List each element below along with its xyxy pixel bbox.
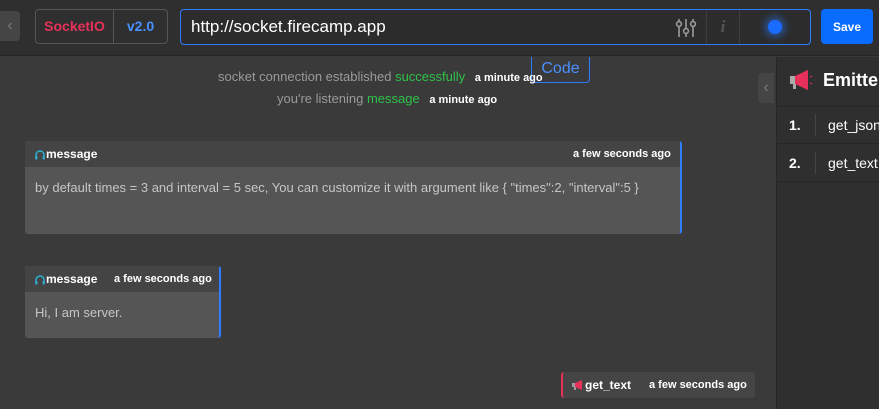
- connection-status-value: successfully: [395, 69, 466, 84]
- emitted-event-name: get_text: [585, 378, 632, 392]
- headphones-icon: [35, 150, 45, 160]
- connection-time: a minute ago: [474, 72, 543, 84]
- emitter-panel-header: Emitter: [777, 57, 879, 107]
- listening-event: message: [366, 91, 420, 106]
- connection-status-text: socket connection established: [218, 69, 392, 84]
- top-bar: ‹ SocketIO v2.0 http://socket.firecamp.a…: [0, 0, 879, 56]
- emitter-item-divider: [815, 114, 816, 136]
- emitter-item[interactable]: 1. get_json: [777, 107, 879, 144]
- emitter-item-divider: [815, 152, 816, 174]
- connection-dot-icon[interactable]: [768, 20, 782, 34]
- message-body: Hi, I am server.: [35, 305, 123, 320]
- emitted-event-time: a few seconds ago: [649, 379, 747, 391]
- listening-status: you're listening message a minute ago: [277, 91, 497, 106]
- message-body: by default times = 3 and interval = 5 se…: [35, 180, 639, 195]
- message-card[interactable]: message a few seconds ago Hi, I am serve…: [25, 266, 221, 338]
- megaphone-icon: [572, 380, 582, 390]
- megaphone-icon: [790, 70, 813, 90]
- protocol-version[interactable]: v2.0: [114, 10, 167, 43]
- chevron-left-icon[interactable]: ‹: [0, 11, 20, 41]
- headphones-icon: [35, 275, 45, 285]
- connection-status: socket connection established successful…: [218, 69, 543, 84]
- message-event: message: [46, 272, 98, 286]
- save-button[interactable]: Save: [821, 9, 873, 44]
- url-divider: [706, 10, 707, 44]
- chevron-left-icon[interactable]: ‹: [758, 73, 774, 103]
- message-header: message a few seconds ago: [25, 266, 219, 292]
- info-icon[interactable]: i: [716, 10, 730, 44]
- emitted-event[interactable]: get_text a few seconds ago: [561, 372, 755, 398]
- protocol-version-badge[interactable]: SocketIO v2.0: [35, 9, 168, 44]
- protocol-name[interactable]: SocketIO: [36, 10, 114, 43]
- emitter-item-number: 2.: [789, 155, 801, 171]
- url-bar[interactable]: http://socket.firecamp.app i: [180, 9, 811, 45]
- message-event: message: [46, 147, 98, 161]
- emitter-panel-title: Emitter: [823, 70, 879, 90]
- event-log[interactable]: Code socket connection established succe…: [0, 57, 776, 409]
- emitter-panel: Emitter 1. get_json 2. get_text: [776, 57, 879, 409]
- listening-time: a minute ago: [429, 94, 498, 106]
- listening-status-text: you're listening: [277, 91, 364, 106]
- message-time: a few seconds ago: [114, 273, 212, 285]
- url-input[interactable]: http://socket.firecamp.app: [191, 10, 386, 44]
- url-divider: [739, 10, 740, 44]
- sliders-icon[interactable]: [674, 16, 698, 40]
- emitter-item[interactable]: 2. get_text: [777, 145, 879, 182]
- message-card[interactable]: message a few seconds ago by default tim…: [25, 141, 682, 234]
- message-header: message a few seconds ago: [25, 141, 680, 167]
- emitter-item-name[interactable]: get_json: [828, 107, 879, 143]
- emitter-item-number: 1.: [789, 117, 801, 133]
- message-time: a few seconds ago: [573, 148, 671, 160]
- emitter-item-name[interactable]: get_text: [828, 145, 878, 181]
